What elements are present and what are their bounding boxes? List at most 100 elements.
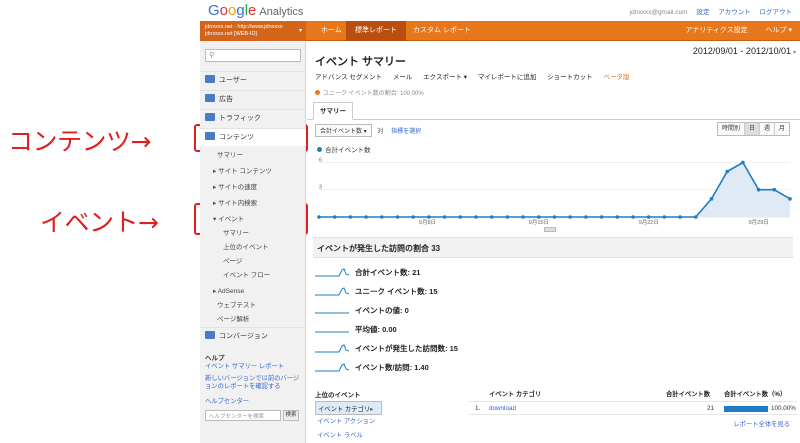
help-menu[interactable]: ヘルプ ▾ (758, 27, 800, 34)
data-point[interactable] (568, 215, 572, 219)
chevron-down-icon: ▾ (298, 28, 302, 34)
data-point[interactable] (380, 215, 384, 219)
sidebar-sub-page-analysis[interactable]: ページ解析 (200, 313, 306, 326)
sidebar-event-top-events[interactable]: 上位のイベント (200, 241, 306, 254)
y-tick-label: 6 (319, 157, 322, 163)
data-point[interactable] (442, 215, 447, 219)
data-point[interactable] (646, 215, 651, 219)
users-icon (205, 75, 215, 83)
sidebar-sub-site-content[interactable]: ▸ サイト コンテンツ (200, 165, 306, 178)
sparkline-icon (315, 331, 349, 333)
dimension-event-category[interactable]: イベント カテゴリ ▸ (315, 401, 383, 415)
add-to-dashboard-button[interactable]: マイレポートに追加 (478, 74, 537, 81)
google-analytics-logo[interactable]: Google Analytics (208, 2, 303, 19)
granularity-day-button[interactable]: 日 (743, 123, 759, 135)
sidebar-item-users[interactable]: ユーザー (200, 71, 306, 89)
data-point[interactable] (395, 215, 400, 219)
col-header-category[interactable]: イベント カテゴリ (489, 389, 541, 398)
tab-home[interactable]: ホーム (312, 21, 351, 41)
data-point[interactable] (741, 160, 745, 165)
metric-events-per-visit[interactable]: イベント数/訪問: 1.40 (315, 358, 615, 376)
data-point[interactable] (458, 215, 463, 219)
metric-total-events[interactable]: 合計イベント数: 21 (315, 263, 615, 281)
data-point[interactable] (709, 197, 714, 201)
data-point[interactable] (756, 187, 761, 192)
sidebar-sub-site-speed[interactable]: ▸ サイトの速度 (200, 181, 306, 194)
analytics-settings-link[interactable]: アナリティクス設定 (677, 27, 755, 34)
sidebar-search-input[interactable]: ⚲ (205, 49, 301, 62)
data-point[interactable] (317, 215, 321, 219)
page-title: イベント サマリー (315, 56, 407, 68)
col-header-total-events-pct[interactable]: 合計イベント数（%） (724, 389, 786, 398)
account-link[interactable]: アカウント (718, 9, 751, 16)
data-point[interactable] (694, 215, 698, 219)
col-header-total-events[interactable]: 合計イベント数 (666, 389, 710, 398)
data-point[interactable] (662, 215, 667, 219)
data-point[interactable] (788, 197, 792, 201)
data-point[interactable] (631, 215, 635, 219)
data-point[interactable] (505, 215, 510, 219)
settings-link[interactable]: 設定 (696, 9, 709, 16)
data-point[interactable] (364, 215, 368, 219)
sidebar-item-traffic[interactable]: トラフィック (200, 109, 306, 127)
data-point[interactable] (599, 215, 604, 219)
shortcut-button[interactable]: ショートカット ベータ版 (547, 74, 638, 81)
help-search-input[interactable]: ヘルプセンターを検索 (205, 410, 281, 421)
advanced-segments-button[interactable]: アドバンス セグメント (315, 74, 382, 81)
account-selector[interactable]: jdnxxxx.net - http://www.jdnxxxx jdnxxxx… (200, 21, 306, 41)
dimension-event-label[interactable]: イベント ラベル (315, 429, 463, 443)
sidebar-sub-events[interactable]: ▾ イベント (200, 213, 306, 226)
date-range-picker[interactable]: 2012/09/01 - 2012/10/01 ▾ (693, 46, 796, 56)
help-center-link[interactable]: ヘルプセンター (205, 398, 305, 406)
sidebar-sub-web-test[interactable]: ウェブテスト (200, 299, 306, 312)
help-search-button[interactable]: 検索 (283, 410, 299, 421)
help-link-event-summary[interactable]: イベント サマリー レポート (205, 363, 305, 371)
data-point[interactable] (552, 215, 557, 219)
granularity-hour-button[interactable]: 時間別 (718, 123, 744, 135)
email-button[interactable]: メール (393, 74, 413, 81)
chart-resize-handle[interactable] (544, 227, 556, 232)
dimension-event-action[interactable]: イベント アクション (315, 415, 463, 429)
data-point[interactable] (537, 215, 541, 219)
data-point[interactable] (772, 187, 777, 192)
sidebar-sub-site-search[interactable]: ▸ サイト内検索 (200, 197, 306, 210)
full-report-link[interactable]: レポート全体を見る (733, 419, 790, 428)
sidebar-sub-adsense[interactable]: ▸ AdSense (200, 285, 306, 298)
data-point[interactable] (332, 215, 337, 219)
metric-event-value[interactable]: イベントの値: 0 (315, 301, 615, 319)
granularity-month-button[interactable]: 月 (773, 123, 789, 135)
tab-standard-reports[interactable]: 標準レポート (346, 21, 406, 41)
expand-arrow-icon: ▸ (213, 168, 217, 175)
data-point[interactable] (474, 215, 478, 219)
data-point[interactable] (411, 215, 415, 219)
data-point[interactable] (348, 215, 353, 219)
data-point[interactable] (521, 215, 525, 219)
sidebar-event-summary[interactable]: サマリー (200, 227, 306, 240)
data-point[interactable] (489, 215, 494, 219)
row-category-link[interactable]: download (489, 405, 516, 412)
metric-unique-events[interactable]: ユニーク イベント数: 15 (315, 282, 615, 300)
sidebar-event-pages[interactable]: ページ (200, 255, 306, 268)
tab-custom-reports[interactable]: カスタム レポート (404, 21, 480, 41)
logout-link[interactable]: ログアウト (760, 9, 793, 16)
sidebar-event-flow[interactable]: イベント フロー (200, 269, 306, 282)
export-button[interactable]: エクスポート ▾ (423, 74, 467, 81)
granularity-week-button[interactable]: 週 (758, 123, 774, 135)
sidebar-item-content[interactable]: コンテンツ (200, 128, 306, 146)
data-point[interactable] (615, 215, 620, 219)
data-point[interactable] (678, 215, 682, 219)
data-point[interactable] (725, 169, 729, 174)
metric-select[interactable]: 合計イベント数 ▾ (315, 124, 372, 137)
metric-visits-with-event[interactable]: イベントが発生した訪問数: 15 (315, 339, 615, 357)
help-link-old-version[interactable]: 新しいバージョンで以前のバージョンのレポートを確認する (205, 375, 305, 391)
section-title: イベントが発生した訪問の割合 33 (317, 244, 441, 253)
sidebar-item-ads[interactable]: 広告 (200, 90, 306, 108)
data-point[interactable] (427, 215, 431, 219)
sidebar-item-conversions[interactable]: コンバージョン (200, 327, 306, 345)
sidebar-sub-summary[interactable]: サマリー (200, 149, 306, 162)
select-metric-link[interactable]: 指標を選択 (391, 129, 421, 135)
main-nav: jdnxxxx.net - http://www.jdnxxxx jdnxxxx… (200, 21, 800, 41)
tab-summary[interactable]: サマリー (313, 102, 353, 120)
data-point[interactable] (584, 215, 588, 219)
metric-average-value[interactable]: 平均値: 0.00 (315, 320, 615, 338)
